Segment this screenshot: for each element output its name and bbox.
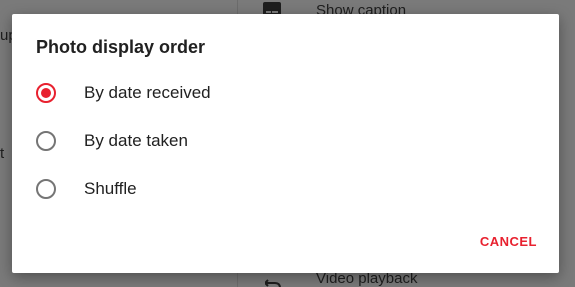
option-label: By date taken [84, 131, 188, 150]
screen: up t Show caption Video playback Photo d… [0, 0, 575, 287]
option-label: Shuffle [84, 179, 137, 198]
background-left-text-fragment: t [0, 145, 5, 162]
radio-button[interactable] [36, 179, 56, 199]
undo-arrow-icon [265, 279, 281, 287]
option-label: By date received [84, 83, 211, 102]
radio-button-selected[interactable] [36, 83, 56, 103]
option-by-date-taken[interactable]: By date taken [36, 129, 188, 153]
option-shuffle[interactable]: Shuffle [36, 177, 137, 201]
option-by-date-received[interactable]: By date received [36, 81, 211, 105]
photo-display-order-dialog: Photo display order By date received By … [12, 14, 559, 273]
cancel-button[interactable]: CANCEL [480, 234, 537, 249]
dialog-title: Photo display order [36, 37, 206, 57]
radio-button[interactable] [36, 131, 56, 151]
